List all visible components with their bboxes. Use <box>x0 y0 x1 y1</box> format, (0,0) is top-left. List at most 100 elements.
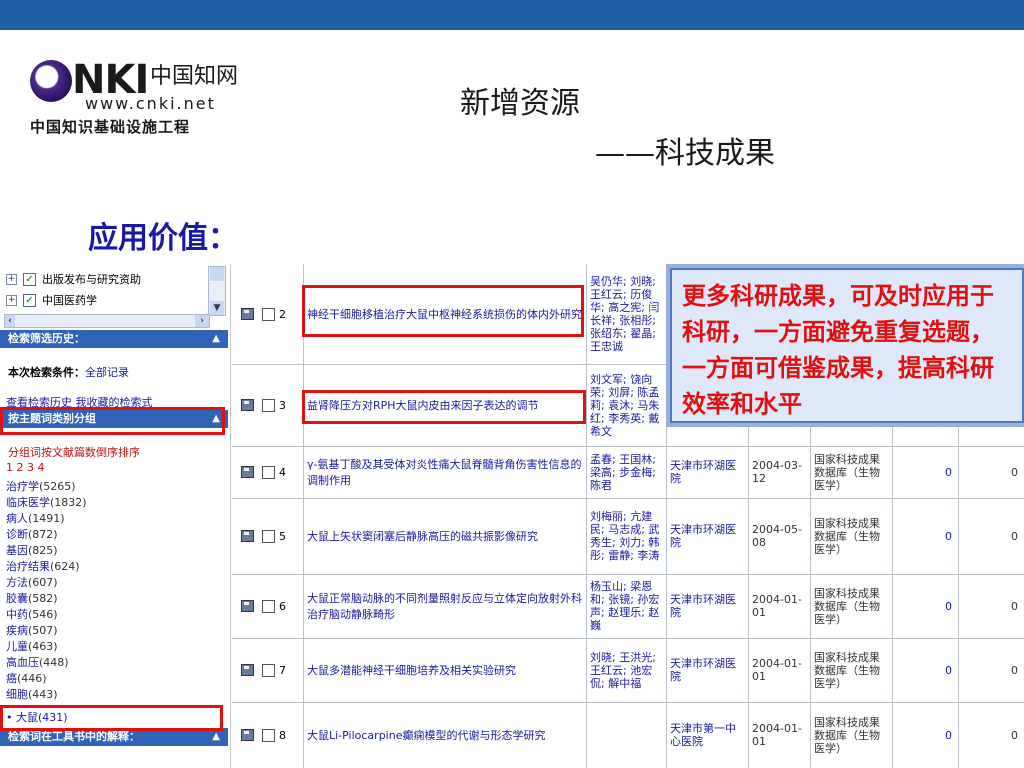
row-index: 2 <box>279 307 286 321</box>
tree-scrollbar[interactable]: ▼ <box>208 266 226 316</box>
result-org[interactable]: 天津市环湖医院 <box>667 638 749 702</box>
topic-item[interactable]: 胶囊(582) <box>6 590 58 606</box>
row-index: 8 <box>279 728 286 742</box>
collapse-icon[interactable]: ▲ <box>212 330 220 348</box>
scroll-left-icon[interactable]: ‹ <box>5 315 15 327</box>
result-authors[interactable]: 刘晓; 王洪光; 王红云; 池宏侃; 解中福 <box>587 638 667 702</box>
sort-link[interactable]: 分组词按文献篇数倒序排序 <box>8 444 140 460</box>
topic-item[interactable]: 基因(825) <box>6 542 58 558</box>
glossary-panel-title: 检索词在工具书中的解释： <box>8 730 140 743</box>
save-icon[interactable] <box>241 466 254 478</box>
logo-cn: 中国知网 <box>150 64 239 89</box>
save-icon[interactable] <box>241 600 254 612</box>
expand-icon[interactable]: + <box>6 294 17 306</box>
cnki-logo-icon <box>30 60 72 102</box>
result-title-link[interactable]: γ-氨基丁酸及其受体对炎性痛大鼠脊髓背角伤害性信息的调制作用 <box>304 446 587 498</box>
result-title-link[interactable]: 大鼠上矢状窦闭塞后静脉高压的磁共振影像研究 <box>304 498 587 574</box>
scroll-right-icon[interactable]: › <box>195 315 209 327</box>
row-index: 3 <box>279 398 286 412</box>
result-date: 2004-01-01 <box>749 702 811 768</box>
left-sidebar: + ✓ 出版发布与研究资助 + ✓ 中国医药学 ▼ ‹ › 检索筛选历史： ▲ … <box>0 264 231 768</box>
scroll-thumb[interactable] <box>210 267 224 281</box>
expand-icon[interactable]: + <box>6 273 17 285</box>
logo-subtitle: 中国知识基础设施工程 <box>30 118 191 136</box>
history-panel-bar[interactable]: 检索筛选历史： ▲ <box>0 330 228 348</box>
result-date: 2004-01-01 <box>749 638 811 702</box>
result-count: 0 <box>1011 663 1018 677</box>
result-db: 国家科技成果数据库（生物医学） <box>811 702 893 768</box>
result-count[interactable]: 0 <box>893 574 959 638</box>
row-index: 4 <box>279 465 286 479</box>
row-checkbox[interactable] <box>262 307 275 321</box>
result-authors[interactable]: 孟春; 王国林; 梁高; 步金梅; 陈君 <box>587 446 667 498</box>
row-checkbox[interactable] <box>262 728 275 742</box>
topic-item[interactable]: 方法(607) <box>6 574 58 590</box>
result-db: 国家科技成果数据库（生物医学） <box>811 446 893 498</box>
result-count: 0 <box>1011 529 1018 543</box>
result-count[interactable]: 0 <box>893 498 959 574</box>
result-org[interactable]: 天津市环湖医院 <box>667 446 749 498</box>
topic-item[interactable]: 治疗学(5265) <box>6 478 76 494</box>
tree-item[interactable]: + ✓ 出版发布与研究资助 <box>6 270 141 288</box>
tree-item-label: 出版发布与研究资助 <box>42 273 141 286</box>
result-db: 国家科技成果数据库（生物医学） <box>811 638 893 702</box>
result-title-link[interactable]: 大鼠正常脑动脉的不同剂量照射反应与立体定向放射外科治疗脑动静脉畸形 <box>304 574 587 638</box>
result-authors[interactable]: 刘文军; 饶向荣; 刘屏; 陈孟莉; 袁沐; 马朱红; 李秀英; 戴希文 <box>587 364 667 446</box>
result-count[interactable]: 0 <box>893 702 959 768</box>
result-count: 0 <box>1011 465 1018 479</box>
result-authors[interactable]: 杨玉山; 梁恩和; 张镜; 孙宏声; 赵理乐; 赵巍 <box>587 574 667 638</box>
save-icon[interactable] <box>241 664 254 676</box>
result-authors[interactable] <box>587 702 667 768</box>
topic-item[interactable]: 诊断(872) <box>6 526 58 542</box>
result-title-link[interactable]: 大鼠多潜能神经干细胞培养及相关实验研究 <box>304 638 587 702</box>
topic-item[interactable]: 高血压(448) <box>6 654 69 670</box>
pagination[interactable]: 1 2 3 4 <box>6 461 44 474</box>
topic-item[interactable]: 病人(1491) <box>6 510 65 526</box>
result-count[interactable]: 0 <box>893 638 959 702</box>
top-banner <box>0 0 1024 30</box>
table-row: 5 大鼠上矢状窦闭塞后静脉高压的磁共振影像研究 刘梅丽; 亢建民; 马志成; 武… <box>232 498 1024 575</box>
scroll-down-icon[interactable]: ▼ <box>210 301 224 315</box>
topic-item[interactable]: 治疗结果(624) <box>6 558 80 574</box>
cnki-logo: NKI 中国知网 www.cnki.net 中国知识基础设施工程 <box>30 58 255 136</box>
search-condition: 本次检索条件：全部记录 <box>8 364 129 380</box>
section-heading: 应用价值： <box>88 221 238 256</box>
tree-item-label: 中国医药学 <box>42 294 97 307</box>
result-authors[interactable]: 吴仍华; 刘晓; 王红云; 历俊华; 高之宪; 闫长祥; 张相彤; 张绍东; 翟… <box>587 264 667 364</box>
highlight-box <box>302 285 584 337</box>
topic-item[interactable]: 癌(446) <box>6 670 47 686</box>
topic-item[interactable]: 疾病(507) <box>6 622 58 638</box>
topic-item[interactable]: 儿童(463) <box>6 638 58 654</box>
result-authors[interactable]: 刘梅丽; 亢建民; 马志成; 武秀生; 刘力; 韩彤; 雷静; 李涛 <box>587 498 667 574</box>
result-org[interactable]: 天津市第一中心医院 <box>667 702 749 768</box>
condition-value: 全部记录 <box>85 366 129 379</box>
highlight-box <box>0 705 223 731</box>
checkbox-checked[interactable]: ✓ <box>23 293 36 307</box>
row-checkbox[interactable] <box>262 398 275 412</box>
tree-hscrollbar[interactable]: ‹ › <box>4 314 210 328</box>
checkbox-checked[interactable]: ✓ <box>23 272 36 286</box>
save-icon[interactable] <box>241 308 254 320</box>
table-row: 8 大鼠Li-Pilocarpine癫痫模型的代谢与形态学研究 天津市第一中心医… <box>232 702 1024 768</box>
row-checkbox[interactable] <box>262 529 275 543</box>
result-date: 2004-01-01 <box>749 574 811 638</box>
result-date: 2004-03-12 <box>749 446 811 498</box>
result-count[interactable]: 0 <box>893 446 959 498</box>
row-checkbox[interactable] <box>262 663 275 677</box>
save-icon[interactable] <box>241 399 254 411</box>
tree-item[interactable]: + ✓ 中国医药学 <box>6 291 97 309</box>
save-icon[interactable] <box>241 729 254 741</box>
topic-item[interactable]: 中药(546) <box>6 606 58 622</box>
topic-item[interactable]: 细胞(443) <box>6 686 58 702</box>
result-org[interactable]: 天津市环湖医院 <box>667 574 749 638</box>
save-icon[interactable] <box>241 530 254 542</box>
table-row: 6 大鼠正常脑动脉的不同剂量照射反应与立体定向放射外科治疗脑动静脉畸形 杨玉山;… <box>232 574 1024 639</box>
row-checkbox[interactable] <box>262 599 275 613</box>
topic-item[interactable]: 临床医学(1832) <box>6 494 87 510</box>
row-checkbox[interactable] <box>262 465 275 479</box>
row-index: 6 <box>279 599 286 613</box>
row-index: 5 <box>279 529 286 543</box>
result-db: 国家科技成果数据库（生物医学） <box>811 574 893 638</box>
result-title-link[interactable]: 大鼠Li-Pilocarpine癫痫模型的代谢与形态学研究 <box>304 702 587 768</box>
result-org[interactable]: 天津市环湖医院 <box>667 498 749 574</box>
